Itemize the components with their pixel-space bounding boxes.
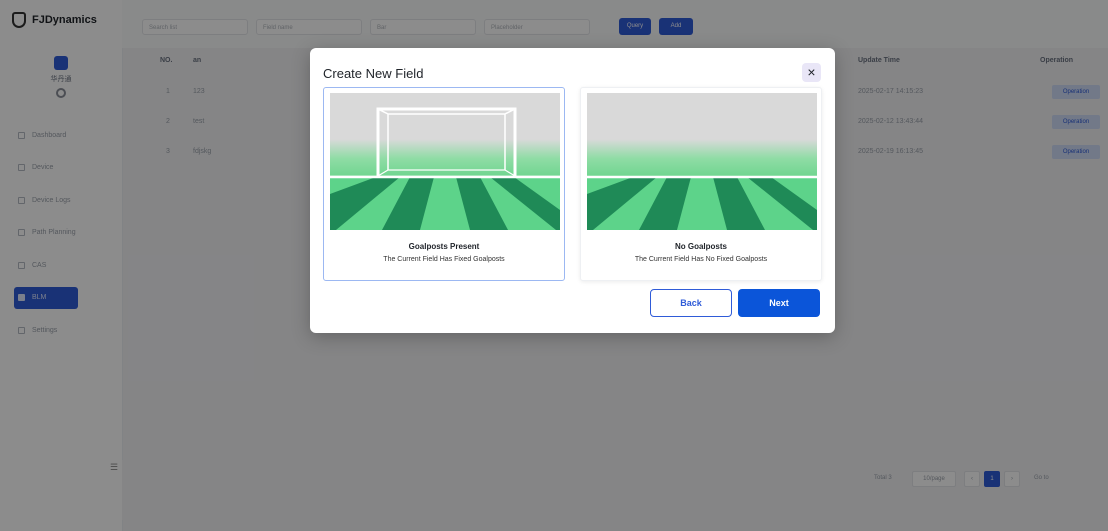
option-title: No Goalposts [674,242,727,251]
dialog-title: Create New Field [323,66,424,81]
option-goalposts-present[interactable]: Goalposts Present The Current Field Has … [323,87,565,281]
option-title: Goalposts Present [408,242,480,251]
field-without-goalposts-illustration [587,93,817,230]
back-button[interactable]: Back [650,289,732,317]
field-with-goalposts-illustration [330,93,560,230]
next-button[interactable]: Next [738,289,820,317]
close-icon[interactable]: × [802,63,821,82]
create-field-dialog: Create New Field × Goalposts Present The… [310,48,835,333]
option-description: The Current Field Has No Fixed Goalposts [634,256,768,263]
option-no-goalposts[interactable]: No Goalposts The Current Field Has No Fi… [580,87,822,281]
option-description: The Current Field Has Fixed Goalposts [383,256,505,263]
